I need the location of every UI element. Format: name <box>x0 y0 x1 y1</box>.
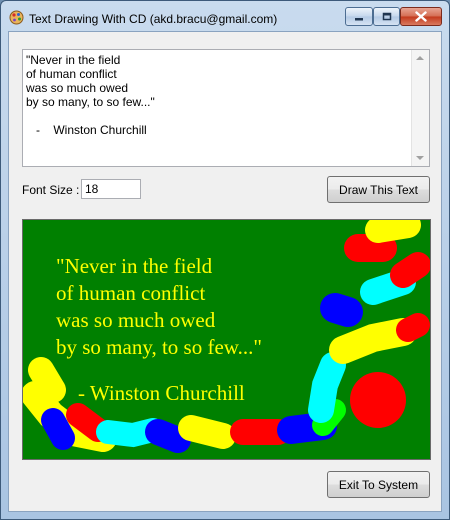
font-size-label: Font Size : <box>22 183 80 197</box>
canvas-quote-text: "Never in the field of human conflict was … <box>56 254 262 405</box>
minimize-icon <box>355 17 363 20</box>
close-button[interactable] <box>400 7 442 26</box>
drawing-canvas: "Never in the field of human conflict was … <box>22 219 431 460</box>
draw-text-button[interactable]: Draw This Text <box>327 176 430 203</box>
vertical-scrollbar[interactable] <box>411 50 429 166</box>
maximize-icon <box>382 12 391 20</box>
close-icon <box>415 11 427 22</box>
window-title: Text Drawing With CD (akd.bracu@gmail.co… <box>29 12 278 26</box>
canvas-text-line: by so many, to so few..." <box>56 335 262 359</box>
exit-button[interactable]: Exit To System <box>327 471 430 498</box>
maximize-button[interactable] <box>373 7 400 26</box>
scroll-down-icon[interactable] <box>416 156 424 160</box>
title-bar[interactable]: Text Drawing With CD (akd.bracu@gmail.co… <box>1 1 449 31</box>
quote-textbox[interactable]: "Never in the field of human conflict wa… <box>22 49 430 167</box>
client-area: "Never in the field of human conflict wa… <box>8 31 442 512</box>
font-size-input[interactable] <box>81 179 141 199</box>
app-window: Text Drawing With CD (akd.bracu@gmail.co… <box>0 0 450 520</box>
canvas-text-line: - Winston Churchill <box>78 381 245 405</box>
canvas-text-line: "Never in the field <box>56 254 213 278</box>
canvas-text-line: was so much owed <box>56 308 216 332</box>
scroll-up-icon[interactable] <box>416 56 424 60</box>
canvas-art: "Never in the field of human conflict was … <box>23 220 430 453</box>
minimize-button[interactable] <box>345 7 373 26</box>
canvas-text-line: of human conflict <box>56 281 205 305</box>
quote-text[interactable]: "Never in the field of human conflict wa… <box>26 53 411 163</box>
paint-palette-icon <box>9 10 24 25</box>
